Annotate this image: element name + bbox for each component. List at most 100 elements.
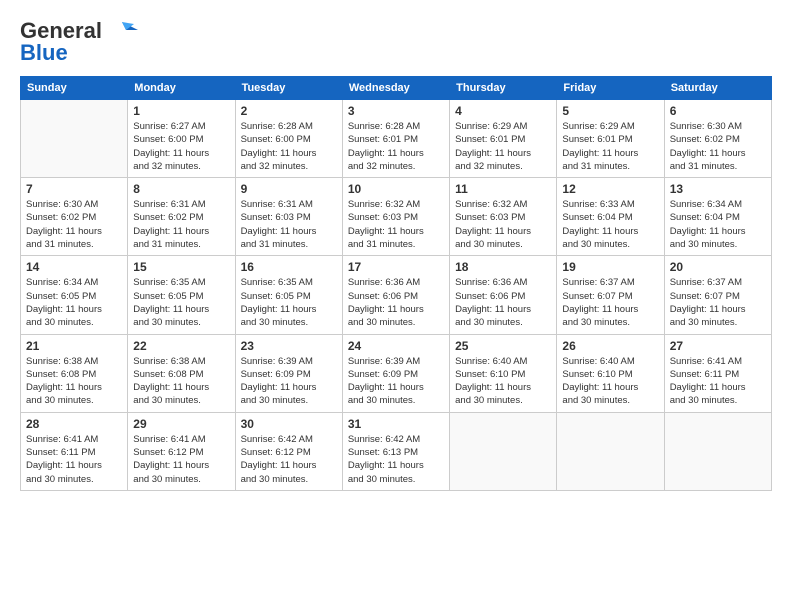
day-info: Sunrise: 6:41 AM Sunset: 6:11 PM Dayligh… [26,433,122,486]
day-info: Sunrise: 6:41 AM Sunset: 6:11 PM Dayligh… [670,355,766,408]
calendar-cell: 26 Sunrise: 6:40 AM Sunset: 6:10 PM Dayli… [557,334,664,412]
calendar-cell: 24Sunrise: 6:39 AM Sunset: 6:09 PM Dayli… [342,334,449,412]
calendar-cell: 5 Sunrise: 6:29 AM Sunset: 6:01 PM Daylig… [557,100,664,178]
day-info: Sunrise: 6:29 AM Sunset: 6:01 PM Dayligh… [455,120,551,173]
day-info: Sunrise: 6:32 AM Sunset: 6:03 PM Dayligh… [348,198,444,251]
day-number: 5 [562,104,658,118]
week-row-5: 28 Sunrise: 6:41 AM Sunset: 6:11 PM Dayli… [21,412,772,490]
day-info: Sunrise: 6:41 AM Sunset: 6:12 PM Dayligh… [133,433,229,486]
day-number: 7 [26,182,122,196]
calendar-cell: 7 Sunrise: 6:30 AM Sunset: 6:02 PM Daylig… [21,178,128,256]
col-header-thursday: Thursday [450,77,557,100]
calendar-cell: 21Sunrise: 6:38 AM Sunset: 6:08 PM Dayli… [21,334,128,412]
calendar-cell: 18 Sunrise: 6:36 AM Sunset: 6:06 PM Dayli… [450,256,557,334]
calendar-cell: 22 Sunrise: 6:38 AM Sunset: 6:08 PM Dayli… [128,334,235,412]
day-number: 4 [455,104,551,118]
day-number: 31 [348,417,444,431]
day-number: 27 [670,339,766,353]
calendar-cell: 17 Sunrise: 6:36 AM Sunset: 6:06 PM Dayli… [342,256,449,334]
day-number: 3 [348,104,444,118]
calendar-cell: 1Sunrise: 6:27 AM Sunset: 6:00 PM Daylig… [128,100,235,178]
logo: General Blue [20,18,138,66]
calendar-cell: 28 Sunrise: 6:41 AM Sunset: 6:11 PM Dayli… [21,412,128,490]
calendar-cell: 30 Sunrise: 6:42 AM Sunset: 6:12 PM Dayli… [235,412,342,490]
day-info: Sunrise: 6:28 AM Sunset: 6:01 PM Dayligh… [348,120,444,173]
day-number: 29 [133,417,229,431]
calendar-cell: 4 Sunrise: 6:29 AM Sunset: 6:01 PM Daylig… [450,100,557,178]
col-header-friday: Friday [557,77,664,100]
day-info: Sunrise: 6:38 AM Sunset: 6:08 PM Dayligh… [26,355,122,408]
calendar-cell: 31 Sunrise: 6:42 AM Sunset: 6:13 PM Dayli… [342,412,449,490]
day-info: Sunrise: 6:34 AM Sunset: 6:05 PM Dayligh… [26,276,122,329]
day-info: Sunrise: 6:27 AM Sunset: 6:00 PM Dayligh… [133,120,229,173]
day-number: 16 [241,260,337,274]
week-row-2: 7 Sunrise: 6:30 AM Sunset: 6:02 PM Daylig… [21,178,772,256]
day-info: Sunrise: 6:29 AM Sunset: 6:01 PM Dayligh… [562,120,658,173]
week-row-4: 21Sunrise: 6:38 AM Sunset: 6:08 PM Dayli… [21,334,772,412]
col-header-monday: Monday [128,77,235,100]
day-number: 18 [455,260,551,274]
calendar-cell: 10Sunrise: 6:32 AM Sunset: 6:03 PM Dayli… [342,178,449,256]
day-info: Sunrise: 6:42 AM Sunset: 6:13 PM Dayligh… [348,433,444,486]
day-info: Sunrise: 6:39 AM Sunset: 6:09 PM Dayligh… [241,355,337,408]
day-info: Sunrise: 6:42 AM Sunset: 6:12 PM Dayligh… [241,433,337,486]
calendar-cell [450,412,557,490]
day-number: 6 [670,104,766,118]
day-number: 13 [670,182,766,196]
day-number: 17 [348,260,444,274]
calendar-cell: 3 Sunrise: 6:28 AM Sunset: 6:01 PM Daylig… [342,100,449,178]
calendar-cell: 13 Sunrise: 6:34 AM Sunset: 6:04 PM Dayli… [664,178,771,256]
day-number: 2 [241,104,337,118]
day-info: Sunrise: 6:28 AM Sunset: 6:00 PM Dayligh… [241,120,337,173]
day-number: 12 [562,182,658,196]
day-number: 25 [455,339,551,353]
day-number: 8 [133,182,229,196]
page: General Blue SundayMondayTuesdayWednesda… [0,0,792,612]
logo-bird-icon [106,20,138,42]
calendar-cell: 12 Sunrise: 6:33 AM Sunset: 6:04 PM Dayli… [557,178,664,256]
day-info: Sunrise: 6:30 AM Sunset: 6:02 PM Dayligh… [670,120,766,173]
calendar-cell: 14 Sunrise: 6:34 AM Sunset: 6:05 PM Dayli… [21,256,128,334]
calendar-cell: 29 Sunrise: 6:41 AM Sunset: 6:12 PM Dayli… [128,412,235,490]
day-info: Sunrise: 6:32 AM Sunset: 6:03 PM Dayligh… [455,198,551,251]
day-number: 22 [133,339,229,353]
day-number: 15 [133,260,229,274]
header: General Blue [20,18,772,66]
day-info: Sunrise: 6:40 AM Sunset: 6:10 PM Dayligh… [562,355,658,408]
calendar-cell: 20Sunrise: 6:37 AM Sunset: 6:07 PM Dayli… [664,256,771,334]
col-header-tuesday: Tuesday [235,77,342,100]
day-info: Sunrise: 6:35 AM Sunset: 6:05 PM Dayligh… [241,276,337,329]
day-number: 30 [241,417,337,431]
day-number: 26 [562,339,658,353]
calendar-cell: 2 Sunrise: 6:28 AM Sunset: 6:00 PM Daylig… [235,100,342,178]
day-info: Sunrise: 6:36 AM Sunset: 6:06 PM Dayligh… [455,276,551,329]
day-number: 11 [455,182,551,196]
day-info: Sunrise: 6:37 AM Sunset: 6:07 PM Dayligh… [562,276,658,329]
day-number: 9 [241,182,337,196]
week-row-3: 14 Sunrise: 6:34 AM Sunset: 6:05 PM Dayli… [21,256,772,334]
day-info: Sunrise: 6:37 AM Sunset: 6:07 PM Dayligh… [670,276,766,329]
day-number: 28 [26,417,122,431]
calendar: SundayMondayTuesdayWednesdayThursdayFrid… [20,76,772,491]
day-number: 19 [562,260,658,274]
day-info: Sunrise: 6:30 AM Sunset: 6:02 PM Dayligh… [26,198,122,251]
calendar-cell: 11 Sunrise: 6:32 AM Sunset: 6:03 PM Dayli… [450,178,557,256]
week-row-1: 1Sunrise: 6:27 AM Sunset: 6:00 PM Daylig… [21,100,772,178]
col-header-wednesday: Wednesday [342,77,449,100]
day-number: 24 [348,339,444,353]
calendar-cell: 6 Sunrise: 6:30 AM Sunset: 6:02 PM Daylig… [664,100,771,178]
day-info: Sunrise: 6:40 AM Sunset: 6:10 PM Dayligh… [455,355,551,408]
calendar-cell [664,412,771,490]
day-info: Sunrise: 6:31 AM Sunset: 6:02 PM Dayligh… [133,198,229,251]
day-info: Sunrise: 6:34 AM Sunset: 6:04 PM Dayligh… [670,198,766,251]
day-info: Sunrise: 6:38 AM Sunset: 6:08 PM Dayligh… [133,355,229,408]
calendar-cell: 27 Sunrise: 6:41 AM Sunset: 6:11 PM Dayli… [664,334,771,412]
col-header-saturday: Saturday [664,77,771,100]
day-info: Sunrise: 6:33 AM Sunset: 6:04 PM Dayligh… [562,198,658,251]
col-header-sunday: Sunday [21,77,128,100]
calendar-cell: 15Sunrise: 6:35 AM Sunset: 6:05 PM Dayli… [128,256,235,334]
calendar-cell: 8 Sunrise: 6:31 AM Sunset: 6:02 PM Daylig… [128,178,235,256]
day-info: Sunrise: 6:36 AM Sunset: 6:06 PM Dayligh… [348,276,444,329]
day-number: 14 [26,260,122,274]
day-number: 23 [241,339,337,353]
